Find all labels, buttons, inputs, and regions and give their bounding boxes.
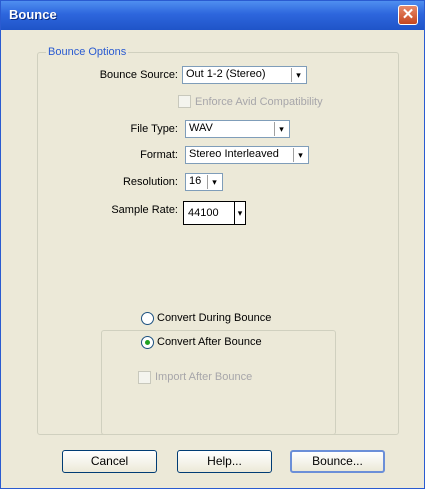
chevron-down-icon: ▾ <box>274 122 288 136</box>
sample-rate-value: 44100 <box>188 207 219 219</box>
enforce-avid-label: Enforce Avid Compatibility <box>195 96 323 108</box>
title-bar[interactable]: Bounce ✕ <box>1 1 424 30</box>
bounce-options-legend: Bounce Options <box>48 46 127 58</box>
convert-after-label[interactable]: Convert After Bounce <box>157 336 262 348</box>
resolution-label: Resolution: <box>122 176 178 188</box>
resolution-select[interactable]: 16 ▾ <box>185 173 223 191</box>
help-button[interactable]: Help... <box>177 450 272 473</box>
sample-rate-select[interactable]: 44100 ▾ <box>183 201 246 225</box>
import-after-checkbox[interactable] <box>138 371 151 384</box>
resolution-value: 16 <box>189 175 202 187</box>
bounce-dialog: Bounce ✕ Bounce Options Bounce Source: O… <box>0 0 425 489</box>
format-label: Format: <box>140 149 178 161</box>
bounce-button[interactable]: Bounce... <box>290 450 385 473</box>
convert-during-radio[interactable] <box>141 312 154 325</box>
chevron-down-icon[interactable]: ▾ <box>234 201 246 225</box>
chevron-down-icon: ▾ <box>291 68 305 82</box>
format-select[interactable]: Stereo Interleaved ▾ <box>185 146 309 164</box>
chevron-down-icon: ▾ <box>293 148 307 162</box>
enforce-avid-checkbox[interactable] <box>178 95 191 108</box>
file-type-select[interactable]: WAV ▾ <box>185 120 290 138</box>
file-type-label: File Type: <box>130 123 179 135</box>
bounce-source-value: Out 1-2 (Stereo) <box>186 68 266 80</box>
chevron-down-icon: ▾ <box>207 175 221 189</box>
close-button[interactable]: ✕ <box>398 5 418 25</box>
convert-during-label[interactable]: Convert During Bounce <box>157 312 271 324</box>
close-icon: ✕ <box>401 6 415 23</box>
bounce-source-select[interactable]: Out 1-2 (Stereo) ▾ <box>182 66 307 84</box>
window-title: Bounce <box>9 7 57 22</box>
bounce-source-label: Bounce Source: <box>99 69 178 81</box>
convert-after-radio[interactable] <box>141 336 154 349</box>
import-after-label: Import After Bounce <box>155 371 253 383</box>
format-value: Stereo Interleaved <box>189 148 279 160</box>
dialog-body: Bounce Options Bounce Source: Out 1-2 (S… <box>4 30 421 485</box>
cancel-button[interactable]: Cancel <box>62 450 157 473</box>
file-type-value: WAV <box>189 122 213 134</box>
sample-rate-label: Sample Rate: <box>111 204 178 216</box>
